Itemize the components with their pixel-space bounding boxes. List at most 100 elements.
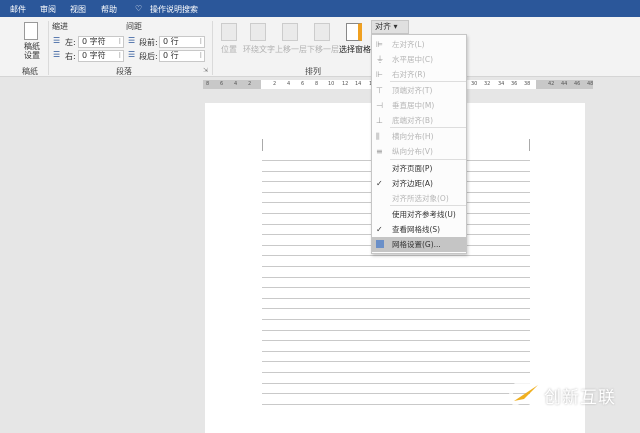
selection-pane-button[interactable]: 选择窗格 (339, 44, 371, 55)
watermark-logo: 创新互联 (500, 375, 640, 415)
menu-item-label: 网格设置(G)... (392, 240, 441, 249)
indent-title: 缩进 (52, 22, 68, 31)
ruler-tick: 8 (206, 81, 210, 87)
menu-item[interactable]: ⫼ 横向分布(H) (372, 129, 466, 144)
divider (212, 21, 213, 75)
indent-right-icon: ☰ (53, 50, 61, 59)
tab-review[interactable]: 审阅 (40, 4, 56, 15)
checkmark-icon: ✓ (376, 225, 383, 234)
menu-item-label: 底端对齐(B) (392, 116, 433, 125)
gridline (262, 266, 530, 267)
menu-item-label: 对齐边距(A) (392, 179, 433, 188)
checkmark-icon: ✓ (376, 179, 383, 188)
wrap-text-icon (250, 23, 266, 41)
spacing-title: 间距 (126, 22, 142, 31)
menu-item-label: 查看网格线(S) (392, 225, 441, 234)
menu-item-label: 右对齐(R) (392, 70, 426, 79)
ruler-tick: 46 (574, 81, 581, 87)
gridline (262, 329, 530, 331)
tab-mailings[interactable]: 邮件 (10, 4, 26, 15)
gridline (262, 382, 530, 384)
align-bottom-icon: ⊥ (376, 116, 383, 125)
ruler-tick: 2 (248, 81, 252, 87)
menu-item[interactable]: 使用对齐参考线(U) (372, 207, 466, 222)
spacing-after-label: 段后: (139, 52, 158, 61)
ruler-tick: 38 (524, 81, 531, 87)
align-right-icon: ⊩ (376, 70, 383, 79)
gridline (262, 297, 530, 299)
menu-item[interactable]: ⊫ 左对齐(L) (372, 37, 466, 52)
tell-me-search[interactable]: 操作说明搜索 (150, 4, 198, 15)
spacing-before-label: 段前: (139, 38, 158, 47)
ruler-tick: 32 (484, 81, 491, 87)
manuscript-icon (24, 22, 38, 40)
ruler-tick: 14 (355, 81, 362, 87)
indent-left-label: 左: (65, 38, 76, 47)
align-dropdown-button[interactable]: 对齐 ▾ (371, 20, 409, 34)
menu-item[interactable]: ⊤ 顶端对齐(T) (372, 83, 466, 98)
menu-item-label: 对齐所选对象(O) (392, 194, 449, 203)
menu-item-label: 水平居中(C) (392, 55, 434, 64)
paragraph-group-label: 段落 (116, 67, 132, 76)
spacing-after-icon: ☰ (128, 50, 136, 59)
grid-settings-icon (376, 237, 384, 253)
ribbon-tabs: 邮件 审阅 视图 帮助 ♡ 操作说明搜索 (0, 0, 640, 17)
ruler-tick: 6 (301, 81, 305, 87)
menu-item[interactable]: 对齐所选对象(O) (372, 191, 466, 206)
indent-left-icon: ☰ (53, 36, 61, 45)
menu-item[interactable]: ⊩ 右对齐(R) (372, 67, 466, 82)
lightbulb-icon: ♡ (135, 4, 143, 13)
distribute-vertical-icon: ≡ (376, 147, 383, 156)
dialog-launcher-icon[interactable]: ⇲ (203, 67, 208, 74)
align-middle-icon: ⊣ (376, 101, 383, 110)
gridline (262, 255, 530, 257)
menu-item[interactable]: 网格设置(G)... (372, 237, 466, 252)
watermark-text: 创新互联 (544, 388, 616, 408)
ruler-tick: 10 (328, 81, 335, 87)
ruler-tick: 42 (548, 81, 555, 87)
indent-right-input[interactable]: 0 字符 (78, 50, 124, 62)
ruler-tick: 44 (561, 81, 568, 87)
divider (48, 21, 49, 75)
ruler-tick: 4 (234, 81, 238, 87)
menu-item[interactable]: ⊥ 底端对齐(B) (372, 113, 466, 128)
indent-left-input[interactable]: 0 字符 (78, 36, 124, 48)
wrap-text-button[interactable]: 环绕文字 (243, 44, 275, 55)
distribute-horizontal-icon: ⫼ (376, 132, 380, 141)
gridline (262, 340, 530, 342)
spacing-after-input[interactable]: 0 行 (159, 50, 205, 62)
menu-item-label: 对齐页面(P) (392, 164, 433, 173)
menu-item-label: 左对齐(L) (392, 40, 425, 49)
ribbon: 稿纸 设置 稿纸 缩进 ☰ 左: 0 字符 ☰ 右: 0 字符 间距 ☰ 段前:… (0, 17, 640, 77)
gridline (262, 308, 530, 310)
gridline (262, 276, 530, 278)
menu-item-label: 垂直居中(M) (392, 101, 435, 110)
align-label: 对齐 (375, 22, 391, 31)
position-button[interactable]: 位置 (221, 44, 237, 55)
align-dropdown-menu: ⊫ 左对齐(L) ⏚ 水平居中(C) ⊩ 右对齐(R) ⊤ 顶端对齐(T) ⊣ 垂直居中(M) ⊥ 底… (371, 34, 467, 254)
gridline (262, 319, 530, 320)
menu-item[interactable]: 对齐页面(P) (372, 161, 466, 176)
arrange-group-label: 排列 (305, 67, 321, 76)
gridline (262, 393, 530, 395)
logo-icon (509, 380, 539, 410)
tab-view[interactable]: 视图 (70, 4, 86, 15)
spacing-before-input[interactable]: 0 行 (159, 36, 205, 48)
gridline (262, 350, 530, 352)
menu-item[interactable]: ⊣ 垂直居中(M) (372, 98, 466, 113)
spacing-before-icon: ☰ (128, 36, 136, 45)
manuscript-group-label: 稿纸 (22, 67, 38, 76)
menu-item[interactable]: ✓ 对齐边距(A) (372, 176, 466, 191)
ruler-tick: 4 (287, 81, 291, 87)
menu-item[interactable]: ⏚ 水平居中(C) (372, 52, 466, 67)
manuscript-settings-button[interactable]: 稿纸 设置 (21, 42, 43, 60)
ruler-tick: 6 (220, 81, 224, 87)
menu-item[interactable]: ✓ 查看网格线(S) (372, 222, 466, 237)
bring-forward-button[interactable]: 上移一层 (275, 44, 307, 55)
ruler-tick: 48 (587, 81, 594, 87)
menu-item[interactable]: ≡ 纵向分布(V) (372, 144, 466, 159)
tab-help[interactable]: 帮助 (101, 4, 117, 15)
position-icon (221, 23, 237, 41)
ruler-tick: 34 (498, 81, 505, 87)
send-backward-button[interactable]: 下移一层 (307, 44, 339, 55)
